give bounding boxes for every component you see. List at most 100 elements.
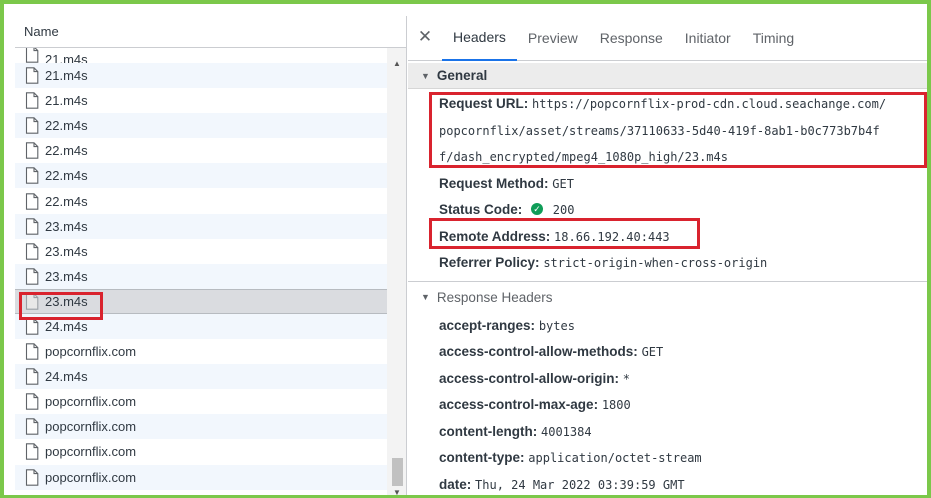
response-header-row: content-type: application/octet-stream	[408, 445, 927, 472]
file-icon	[25, 92, 39, 109]
response-header-value: application/octet-stream	[528, 451, 702, 465]
general-title: General	[436, 68, 488, 83]
close-icon[interactable]: ✕	[408, 27, 442, 47]
tab-initiator[interactable]: Initiator	[674, 16, 742, 61]
detail-tabbar: ✕ Headers Preview Response Initiator Tim…	[408, 16, 927, 61]
request-rows: 21.m4s 21.m4s 21.m4s 22.m4s 22.m4s 22.m4s 22.m…	[15, 48, 387, 490]
response-header-value: 4001384	[541, 424, 592, 439]
request-name: 23.m4s	[45, 218, 88, 234]
file-icon	[25, 167, 39, 185]
collapse-triangle-icon: ▼	[421, 292, 430, 302]
scroll-up-icon[interactable]: ▲	[393, 59, 401, 68]
referrer-policy-row: Referrer Policy: strict-origin-when-cros…	[408, 250, 927, 277]
request-name: 23.m4s	[45, 293, 88, 309]
request-row[interactable]: popcornflix.com	[15, 439, 387, 464]
file-icon	[25, 468, 39, 486]
tab-headers[interactable]: Headers	[442, 16, 517, 61]
request-row[interactable]: 22.m4s	[15, 113, 387, 139]
request-row[interactable]: 22.m4s	[15, 138, 387, 163]
request-url-line3: f/dash_encrypted/mpeg4_1080p_high/23.m4s	[439, 150, 728, 164]
request-row[interactable]: popcornflix.com	[15, 464, 387, 490]
tab-label: Timing	[752, 30, 795, 46]
response-header-key: access-control-allow-origin:	[439, 370, 620, 386]
remote-address-value: 18.66.192.40:443	[554, 229, 670, 244]
response-header-value: GET	[641, 345, 664, 359]
tab-preview[interactable]: Preview	[517, 16, 589, 61]
request-row[interactable]: 22.m4s	[15, 188, 387, 213]
request-name: 22.m4s	[45, 168, 88, 184]
status-code-key: Status Code:	[439, 202, 523, 217]
name-column-label: Name	[24, 24, 59, 39]
request-method-key: Request Method:	[439, 175, 549, 191]
remote-address-key: Remote Address:	[439, 228, 551, 244]
file-icon	[25, 268, 39, 285]
response-header-value: *	[622, 371, 631, 386]
request-row[interactable]: 23.m4s	[15, 239, 387, 264]
response-header-key: date:	[439, 476, 472, 492]
file-icon	[25, 343, 39, 360]
request-name: popcornflix.com	[45, 419, 137, 435]
file-icon	[25, 217, 39, 235]
file-icon	[25, 293, 39, 310]
request-row[interactable]: 23.m4s	[15, 263, 387, 289]
file-icon	[25, 443, 39, 461]
scroll-down-icon[interactable]: ▼	[393, 488, 401, 495]
request-row[interactable]: popcornflix.com	[15, 389, 387, 414]
file-icon	[25, 418, 39, 436]
request-row[interactable]: popcornflix.com	[15, 339, 387, 364]
tab-label: Response	[599, 30, 663, 46]
response-header-row: accept-ranges: bytes	[408, 313, 927, 340]
tab-response[interactable]: Response	[589, 16, 674, 61]
request-detail-panel: ✕ Headers Preview Response Initiator Tim…	[408, 16, 927, 496]
response-headers-list: accept-ranges: bytes access-control-allow…	[408, 313, 927, 496]
response-header-row: access-control-max-age: 1800	[408, 392, 927, 419]
request-name: 24.m4s	[45, 318, 88, 334]
request-row[interactable]: 21.m4s	[15, 63, 387, 89]
request-row[interactable]: 22.m4s	[15, 163, 387, 189]
response-header-key: accept-ranges:	[439, 317, 536, 333]
response-header-key: content-length:	[439, 423, 538, 439]
response-header-value: Thu, 24 Mar 2022 03:39:59 GMT	[475, 477, 685, 492]
request-name: popcornflix.com	[45, 444, 137, 460]
tab-timing[interactable]: Timing	[742, 16, 806, 61]
response-header-key: access-control-max-age:	[439, 397, 599, 412]
general-section-header[interactable]: ▼ General	[408, 63, 927, 89]
remote-address-row: Remote Address: 18.66.192.40:443	[408, 224, 927, 251]
status-code-row: Status Code: ✓ 200	[408, 197, 927, 224]
response-header-value: bytes	[538, 318, 575, 333]
request-row[interactable]: 23.m4s	[15, 213, 387, 239]
scrollbar-thumb[interactable]	[392, 458, 403, 486]
request-list-panel: Name 21.m4s 21.m4s 21.m4s 22.m4s 22.m4s 22.m4…	[15, 16, 407, 495]
request-url-key: Request URL:	[439, 96, 529, 111]
request-name: 23.m4s	[45, 243, 88, 259]
request-url-row: Request URL: https://popcornflix-prod-cd…	[408, 89, 927, 171]
response-header-value: 1800	[601, 398, 631, 412]
file-icon	[25, 48, 39, 63]
file-icon	[25, 142, 39, 160]
request-method-value: GET	[552, 176, 574, 191]
request-name: popcornflix.com	[45, 344, 137, 360]
tab-label: Initiator	[684, 30, 731, 46]
response-header-row: date: Thu, 24 Mar 2022 03:39:59 GMT	[408, 472, 927, 496]
response-header-key: content-type:	[439, 450, 525, 465]
request-row[interactable]: 24.m4s	[15, 364, 387, 390]
file-icon	[25, 318, 39, 335]
request-list-scrollbar[interactable]: ▲ ▼	[387, 48, 406, 495]
request-row[interactable]: 24.m4s	[15, 313, 387, 340]
name-column-header[interactable]: Name	[15, 16, 406, 48]
request-row[interactable]: popcornflix.com	[15, 414, 387, 440]
response-headers-section-header[interactable]: ▼ Response Headers	[408, 280, 927, 313]
screenshot-frame: Name 21.m4s 21.m4s 21.m4s 22.m4s 22.m4s 22.m4…	[0, 0, 931, 498]
request-row-selected[interactable]: 23.m4s	[15, 288, 387, 314]
response-header-row: access-control-allow-methods: GET	[408, 339, 927, 366]
request-name: popcornflix.com	[45, 469, 137, 485]
request-name: 22.m4s	[45, 118, 88, 134]
request-name: 21.m4s	[45, 68, 88, 84]
request-name: 22.m4s	[45, 143, 88, 159]
collapse-triangle-icon: ▼	[421, 70, 430, 81]
request-row[interactable]: 21.m4s	[15, 48, 387, 63]
referrer-policy-key: Referrer Policy:	[439, 255, 540, 270]
request-row[interactable]: 21.m4s	[15, 88, 387, 113]
tab-label: Preview	[527, 30, 578, 46]
request-name: popcornflix.com	[45, 394, 137, 410]
